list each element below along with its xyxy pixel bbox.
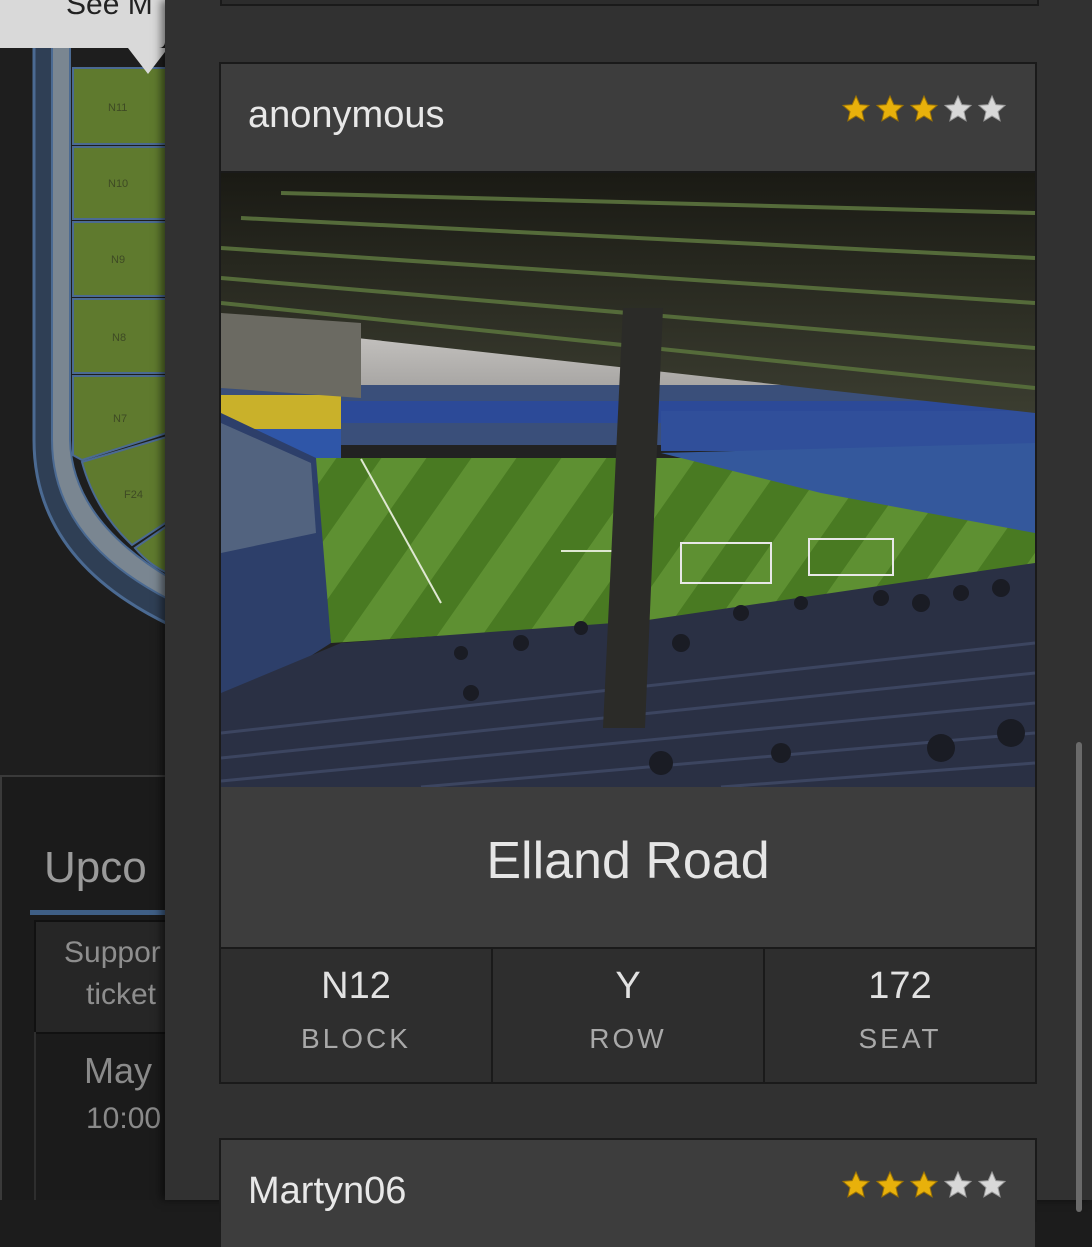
review-card[interactable]: Martyn06	[219, 1138, 1037, 1247]
venue-name: Elland Road	[486, 832, 770, 890]
review-username: anonymous	[248, 94, 445, 136]
block-label: BLOCK	[301, 1023, 411, 1054]
star-filled-icon	[909, 94, 939, 122]
supporter-tickets-box[interactable]: Suppor ticket	[34, 920, 170, 1034]
star-filled-icon	[875, 94, 905, 122]
fixture-time: 10:00	[86, 1102, 162, 1135]
tooltip-arrow	[128, 48, 168, 74]
reviews-panel[interactable]: anonymous Elland Road N12 BLOCK Y ROW 17…	[165, 0, 1092, 1247]
star-empty-icon	[943, 1170, 973, 1198]
row-info: Y ROW	[491, 949, 763, 1082]
tooltip-text: See M	[66, 0, 153, 21]
block-value: N12	[321, 965, 391, 1007]
review-username: Martyn06	[248, 1170, 407, 1212]
heading-underline	[30, 910, 170, 915]
star-filled-icon	[841, 1170, 871, 1198]
star-rating	[841, 94, 1007, 124]
supporter-line-1: Suppor	[64, 936, 161, 969]
stadium-seating-map[interactable]: N11 N10 N9 N8 N7 F24	[0, 0, 170, 640]
see-map-tooltip[interactable]: See M	[0, 0, 165, 48]
map-section-label: N10	[108, 178, 128, 190]
review-header: Martyn06	[221, 1140, 1035, 1247]
column-divider	[34, 1032, 36, 1200]
star-rating	[841, 1170, 1007, 1200]
review-header: anonymous	[221, 64, 1035, 173]
map-section-label: N8	[112, 332, 126, 344]
block-info: N12 BLOCK	[221, 949, 491, 1082]
previous-review-card	[220, 0, 1039, 6]
star-empty-icon	[943, 94, 973, 122]
seat-label: SEAT	[858, 1023, 942, 1054]
upcoming-heading: Upco	[44, 843, 147, 892]
review-card[interactable]: anonymous Elland Road N12 BLOCK Y ROW 17…	[219, 62, 1037, 1084]
map-section-label: N9	[111, 254, 125, 266]
seat-view-photo[interactable]	[221, 173, 1035, 787]
seat-number-info: 172 SEAT	[763, 949, 1035, 1082]
fixture-date: May	[84, 1050, 153, 1091]
star-empty-icon	[977, 94, 1007, 122]
star-filled-icon	[909, 1170, 939, 1198]
row-label: ROW	[589, 1023, 667, 1054]
star-empty-icon	[977, 1170, 1007, 1198]
background-page: N11 N10 N9 N8 N7 F24 See M Upco Suppor t…	[0, 0, 170, 1200]
star-filled-icon	[875, 1170, 905, 1198]
supporter-line-2: ticket	[86, 978, 157, 1011]
scrollbar-thumb[interactable]	[1076, 742, 1082, 1212]
map-section-label: N7	[113, 413, 127, 425]
star-filled-icon	[841, 94, 871, 122]
seat-value: 172	[868, 965, 932, 1007]
venue-area: Elland Road	[221, 787, 1035, 949]
seat-details: N12 BLOCK Y ROW 172 SEAT	[221, 949, 1035, 1082]
map-section-label: N11	[108, 102, 127, 114]
row-value: Y	[615, 965, 641, 1007]
map-section-label: F24	[124, 489, 143, 501]
